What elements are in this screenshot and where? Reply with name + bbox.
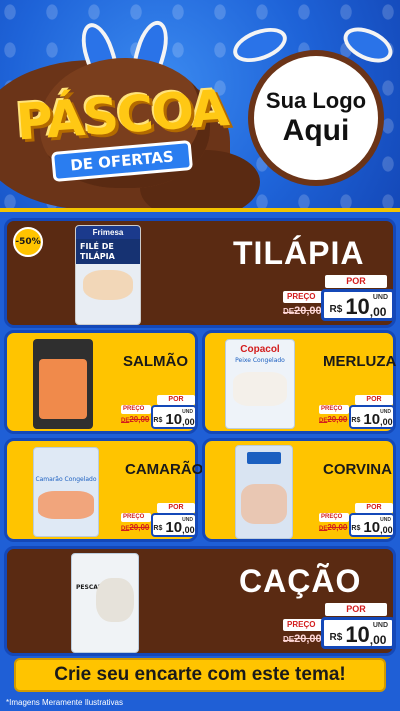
fish-fillet-icon bbox=[241, 484, 287, 524]
product-name: CAÇÃO bbox=[239, 563, 362, 599]
product-card-camarao[interactable]: Camarão Congelado CAMARÃO POR PREÇO DE20… bbox=[4, 438, 203, 542]
logo-placeholder: Sua Logo Aqui bbox=[248, 50, 384, 186]
new-price: R$ 10 ,00 UND bbox=[349, 513, 395, 537]
logo-line2: Aqui bbox=[282, 114, 350, 147]
old-price: DE20,00 bbox=[121, 523, 150, 532]
pack-label: FILÉ DE TILÁPIA bbox=[76, 239, 140, 265]
old-price: DE20,00 bbox=[283, 305, 322, 317]
new-price: R$ 10 ,00 UND bbox=[151, 513, 197, 537]
product-card-tilapia[interactable]: -50% Frimesa FILÉ DE TILÁPIA TILÁPIA POR… bbox=[4, 218, 396, 328]
por-label: POR bbox=[355, 503, 393, 513]
header: PÁSCOA DE OFERTAS Sua Logo Aqui bbox=[0, 0, 400, 212]
old-price: DE20,00 bbox=[121, 415, 150, 424]
product-image-cacao: PESCADOS bbox=[71, 553, 139, 653]
preco-label: PREÇO bbox=[121, 513, 151, 522]
new-price: R$ 10 ,00 UND bbox=[321, 617, 395, 649]
header-divider bbox=[0, 208, 400, 212]
shrimp-icon bbox=[38, 491, 94, 519]
brand-label: Copacol bbox=[240, 344, 280, 355]
por-label: POR bbox=[355, 395, 393, 405]
por-label: POR bbox=[325, 603, 387, 616]
por-label: POR bbox=[325, 275, 387, 288]
logo-line1: Sua Logo bbox=[265, 88, 367, 113]
por-label: POR bbox=[157, 395, 195, 405]
new-price: R$ 10 ,00 UND bbox=[321, 289, 395, 321]
disclaimer: *Imagens Meramente Ilustrativas bbox=[6, 698, 123, 707]
product-card-salmao[interactable]: SALMÃO POR PREÇO DE20,00 R$ 10 ,00 UND bbox=[4, 330, 198, 434]
product-name: MERLUZA bbox=[323, 353, 397, 370]
fish-fillet-icon bbox=[233, 372, 287, 406]
fish-fillet-icon bbox=[83, 270, 133, 301]
preco-label: PREÇO bbox=[319, 513, 349, 522]
old-price: DE20,00 bbox=[283, 633, 322, 645]
product-image-corvina bbox=[235, 445, 293, 539]
old-price: DE20,00 bbox=[319, 523, 348, 532]
preco-label: PREÇO bbox=[121, 405, 151, 414]
cta-banner[interactable]: Crie seu encarte com este tema! bbox=[14, 658, 386, 692]
product-name: CORVINA bbox=[323, 461, 392, 478]
pack-label: Camarão Congelado bbox=[35, 476, 97, 483]
preco-label: PREÇO bbox=[283, 291, 323, 303]
product-card-corvina[interactable]: CORVINA POR PREÇO DE20,00 R$ 10 ,00 UND bbox=[202, 438, 396, 542]
brand-label bbox=[247, 452, 281, 464]
old-price: DE20,00 bbox=[319, 415, 348, 424]
product-name: SALMÃO bbox=[123, 353, 188, 370]
preco-label: PREÇO bbox=[283, 619, 323, 631]
product-image-salmao bbox=[33, 339, 93, 429]
new-price: R$ 10 ,00 UND bbox=[151, 405, 197, 429]
brand-label: Frimesa bbox=[76, 226, 140, 239]
product-image-merluza: Copacol Peixe Congelado bbox=[225, 339, 295, 429]
product-image-camarao: Camarão Congelado bbox=[33, 447, 99, 537]
salmon-fillet-icon bbox=[39, 359, 87, 419]
product-name: TILÁPIA bbox=[233, 235, 365, 271]
por-label: POR bbox=[157, 503, 195, 513]
new-price: R$ 10 ,00 UND bbox=[349, 405, 395, 429]
product-card-cacao[interactable]: PESCADOS CAÇÃO POR PREÇO DE20,00 R$ 10 ,… bbox=[4, 546, 396, 656]
pack-label: Peixe Congelado bbox=[235, 357, 285, 364]
product-name: CAMARÃO bbox=[125, 461, 204, 478]
discount-badge: -50% bbox=[13, 227, 43, 257]
preco-label: PREÇO bbox=[319, 405, 349, 414]
fish-steak-icon bbox=[96, 578, 134, 622]
product-card-merluza[interactable]: Copacol Peixe Congelado MERLUZA POR PREÇ… bbox=[202, 330, 396, 434]
product-image-tilapia: Frimesa FILÉ DE TILÁPIA bbox=[75, 225, 141, 325]
